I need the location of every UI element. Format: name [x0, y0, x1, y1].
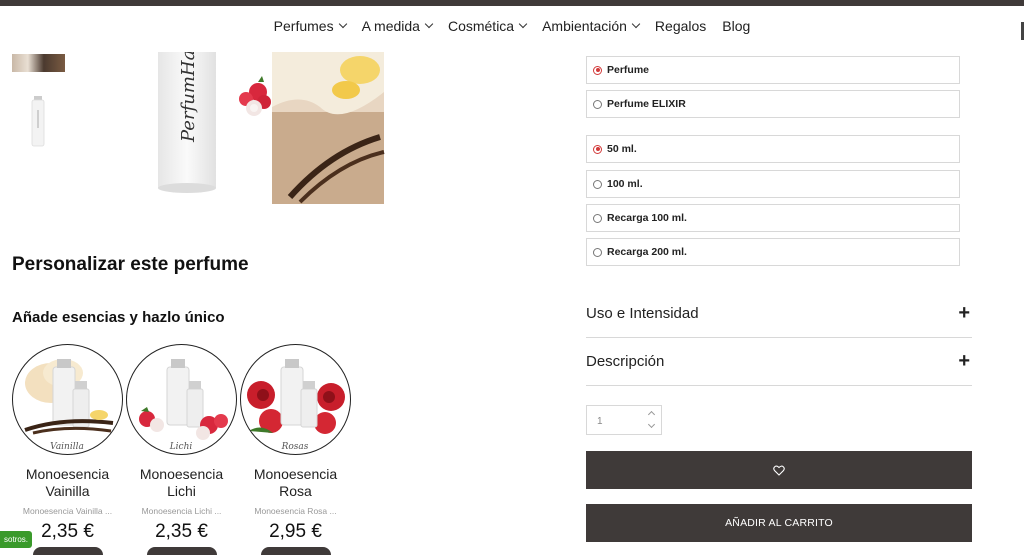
nav-item-cosmetica[interactable]: Cosmética	[447, 18, 528, 34]
accordion-label: Descripción	[586, 353, 665, 370]
heart-icon	[773, 465, 785, 476]
accordion-uso-intensidad[interactable]: Uso e Intensidad +	[586, 290, 972, 338]
accordion-descripcion[interactable]: Descripción +	[586, 338, 972, 386]
option-recarga-100ml[interactable]: Recarga 100 ml.	[586, 204, 960, 232]
essence-image-label: Rosas	[281, 442, 309, 452]
chevron-up-icon[interactable]	[647, 407, 657, 420]
plus-icon[interactable]: +	[958, 350, 970, 373]
add-to-cart-button[interactable]: AÑADIR AL CARRITO	[586, 504, 972, 542]
nav-item-regalos[interactable]: Regalos	[655, 18, 706, 34]
nav-label: A medida	[361, 18, 420, 34]
option-label: 50 ml.	[607, 143, 637, 155]
essence-image-rosa[interactable]: Rosas	[240, 344, 351, 455]
nav-label: Cosmética	[447, 18, 515, 34]
nav-item-perfumes[interactable]: Perfumes	[273, 18, 347, 34]
product-thumbnail-bottle[interactable]	[30, 96, 46, 150]
option-perfume[interactable]: Perfume	[586, 56, 960, 84]
product-main-image: PerfumHad	[158, 52, 385, 204]
option-50ml[interactable]: 50 ml.	[586, 135, 960, 163]
essence-price: 2,95 €	[269, 521, 322, 542]
essence-subtitle: Monoesencia Vainilla ...	[22, 506, 113, 516]
essence-price: 2,35 €	[155, 521, 208, 542]
essence-title[interactable]: Monoesencia Lichi	[125, 466, 238, 500]
product-thumbnail-vanilla[interactable]	[12, 54, 65, 72]
nav-label: Blog	[722, 18, 751, 34]
bottle-brand-text: PerfumHad	[178, 52, 199, 143]
essence-image-label: Lichi	[169, 442, 193, 452]
radio-selected-icon[interactable]	[593, 144, 602, 154]
essence-card-vainilla[interactable]: Vainilla Monoesencia Vainilla Monoesencia…	[11, 344, 124, 555]
essence-subtitle: Monoesencia Lichi ...	[141, 506, 222, 516]
radio-icon[interactable]	[593, 99, 602, 109]
essence-add-button[interactable]	[32, 547, 103, 555]
main-nav: Perfumes A medida Cosmética Ambientación…	[0, 18, 1024, 34]
nav-label: Regalos	[654, 18, 707, 34]
option-recarga-200ml[interactable]: Recarga 200 ml.	[586, 238, 960, 266]
wishlist-button[interactable]	[586, 451, 972, 489]
chat-badge[interactable]: sotros.	[0, 531, 33, 548]
option-label: Recarga 100 ml.	[607, 212, 687, 224]
option-label: 100 ml.	[607, 178, 643, 190]
personalize-subtitle: Añade esencias y hazlo único	[12, 309, 225, 326]
essence-card-rosa[interactable]: Rosas Monoesencia Rosa Monoesencia Rosa .…	[239, 344, 352, 555]
chevron-down-icon	[518, 19, 528, 29]
plus-icon[interactable]: +	[958, 302, 970, 325]
nav-item-blog[interactable]: Blog	[722, 18, 750, 34]
radio-selected-icon[interactable]	[593, 65, 602, 75]
option-label: Perfume	[607, 64, 650, 76]
essence-image-label: Vainilla	[50, 442, 84, 452]
essence-image-lichi[interactable]: Lichi	[126, 344, 237, 455]
essence-title[interactable]: Monoesencia Rosa	[239, 466, 352, 500]
option-perfume-elixir[interactable]: Perfume ELIXIR	[586, 90, 960, 118]
chevron-down-icon	[631, 19, 641, 29]
nav-item-ambientacion[interactable]: Ambientación	[542, 18, 641, 34]
essence-title[interactable]: Monoesencia Vainilla	[11, 466, 124, 500]
chevron-down-icon[interactable]	[647, 420, 657, 433]
chevron-down-icon	[338, 19, 347, 29]
radio-icon[interactable]	[593, 247, 602, 257]
radio-icon[interactable]	[593, 179, 602, 189]
essence-image-vainilla[interactable]: Vainilla	[12, 344, 123, 455]
quantity-stepper[interactable]	[586, 405, 662, 436]
radio-icon[interactable]	[593, 213, 602, 223]
option-label: Perfume ELIXIR	[607, 98, 686, 110]
nav-item-a-medida[interactable]: A medida	[361, 18, 434, 34]
essence-subtitle: Monoesencia Rosa ...	[254, 506, 337, 516]
option-100ml[interactable]: 100 ml.	[586, 170, 960, 198]
nav-label: Ambientación	[542, 18, 627, 34]
nav-label: Perfumes	[273, 18, 334, 34]
chevron-down-icon	[424, 19, 434, 29]
top-bar	[0, 0, 1024, 6]
essence-add-button[interactable]	[146, 547, 217, 555]
essence-add-button[interactable]	[260, 547, 331, 555]
accordion-label: Uso e Intensidad	[586, 305, 699, 322]
option-label: Recarga 200 ml.	[607, 246, 687, 258]
essence-card-lichi[interactable]: Lichi Monoesencia Lichi Monoesencia Lichi…	[125, 344, 238, 555]
personalize-title: Personalizar este perfume	[12, 254, 249, 275]
